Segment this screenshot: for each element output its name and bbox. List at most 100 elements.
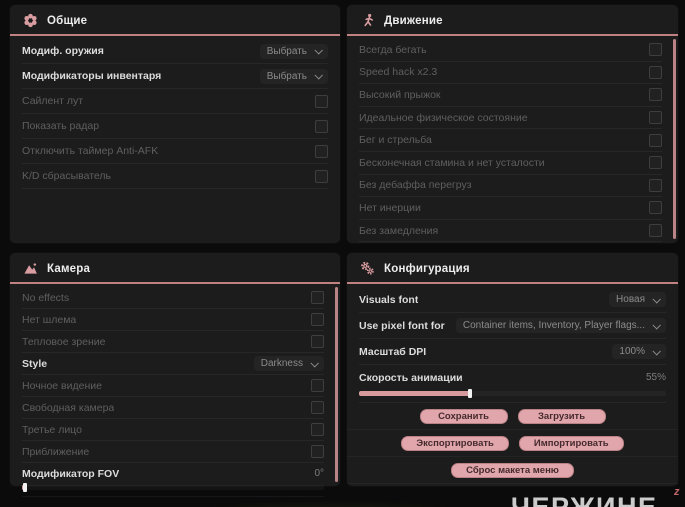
action-button[interactable]: Импортировать: [518, 435, 624, 451]
dropdown[interactable]: Darkness: [254, 356, 324, 371]
panel-camera-header: Камера: [10, 253, 340, 284]
checkbox[interactable]: [311, 313, 324, 326]
row-line: Высокий прыжок: [359, 84, 662, 106]
checkbox[interactable]: [649, 65, 662, 79]
action-button[interactable]: Загрузить: [517, 408, 606, 424]
runner-icon: [360, 13, 375, 28]
scrollbar[interactable]: [673, 39, 676, 239]
row-label: Идеальное физическое состояние: [359, 111, 528, 124]
dropdown[interactable]: Выбрать: [260, 44, 328, 59]
panel-body: Всегда бегать Speed hack x2.3 Высокий прыж…: [347, 36, 678, 243]
chevron-down-icon: [314, 71, 323, 80]
row-label: Visuals font: [359, 293, 419, 306]
scrollbar[interactable]: [335, 287, 338, 482]
checkbox[interactable]: [649, 111, 662, 125]
dropdown[interactable]: Container items, Inventory, Player flags…: [456, 318, 666, 333]
row-label: Speed hack x2.3: [359, 66, 438, 79]
row-label: Ночное видение: [22, 379, 102, 392]
checkbox[interactable]: [311, 445, 324, 458]
settings-row: Speed hack x2.3: [359, 62, 662, 85]
checkbox[interactable]: [315, 144, 328, 158]
checkbox[interactable]: [649, 133, 662, 147]
checkbox[interactable]: [315, 119, 328, 133]
settings-row: Показать радар: [22, 114, 328, 139]
checkbox[interactable]: [649, 43, 662, 57]
action-button[interactable]: Сохранить: [419, 408, 508, 424]
slider-track[interactable]: [22, 483, 324, 492]
settings-row: Visuals font Новая: [359, 287, 666, 313]
settings-row: Идеальное физическое состояние: [359, 107, 662, 130]
row-label: Бесконечная стамина и нет усталости: [359, 156, 545, 169]
checkbox[interactable]: [649, 178, 662, 192]
checkbox[interactable]: [311, 423, 324, 436]
row-label: Нет шлема: [22, 313, 77, 326]
row-label: Всегда бегать: [359, 43, 427, 56]
row-label: Нет инерции: [359, 201, 421, 214]
row-label: Отключить таймер Anti-AFK: [22, 145, 159, 157]
gears-icon: [360, 261, 375, 276]
checkbox[interactable]: [649, 224, 662, 238]
row-label: Тепловое зрение: [22, 335, 106, 348]
row-label: Приближение: [22, 445, 90, 458]
settings-row: Всегда бегать: [359, 39, 662, 62]
action-button[interactable]: Экспортировать: [401, 435, 509, 451]
row-label: Скорость анимации: [359, 371, 463, 384]
settings-row: Ночное видение: [22, 375, 324, 397]
row-line: Тепловое зрение: [22, 331, 324, 352]
settings-row: K/D сбрасыватель: [22, 164, 328, 189]
dropdown-value: Darkness: [260, 358, 303, 369]
settings-row: Скорость анимации 55%: [359, 365, 666, 403]
settings-row: Сайлент лут: [22, 89, 328, 114]
row-line: Модиф. оружия Выбрать: [22, 39, 328, 63]
panel-general-header: Общие: [10, 5, 340, 36]
settings-row: Нет шлема: [22, 309, 324, 331]
dropdown[interactable]: Новая: [609, 292, 666, 307]
panel-title: Камера: [47, 262, 91, 275]
row-label: Модификаторы инвентаря: [22, 70, 162, 82]
checkbox[interactable]: [649, 156, 662, 170]
panel-config-header: Конфигурация: [347, 253, 678, 284]
row-label: Бег и стрельба: [359, 134, 432, 147]
row-line: Модификаторы инвентаря Выбрать: [22, 64, 328, 88]
dropdown[interactable]: Выбрать: [260, 69, 328, 84]
dropdown[interactable]: 100%: [612, 344, 666, 359]
dropdown-value: Container items, Inventory, Player flags…: [462, 320, 645, 331]
settings-row: Бег и стрельба: [359, 129, 662, 152]
row-line: Нет инерции: [359, 197, 662, 219]
panel-movement: Движение Всегда бегать Speed hack x2.3 Выс…: [347, 5, 678, 243]
checkbox[interactable]: [311, 401, 324, 414]
row-label: K/D сбрасыватель: [22, 170, 112, 182]
row-line: Сайлент лут: [22, 89, 328, 113]
checkbox[interactable]: [315, 169, 328, 183]
panel-title: Конфигурация: [384, 262, 470, 275]
settings-row: Style Darkness: [22, 353, 324, 375]
action-button[interactable]: Сброс макета меню: [451, 462, 574, 478]
row-line: Масштаб DPI 100%: [359, 339, 666, 364]
checkbox[interactable]: [315, 94, 328, 108]
row-label: Без замедления: [359, 224, 439, 237]
checkbox[interactable]: [649, 201, 662, 215]
slider-track[interactable]: [359, 389, 666, 398]
chevron-down-icon: [652, 294, 661, 304]
slider-handle[interactable]: [23, 483, 28, 492]
checkbox[interactable]: [649, 88, 662, 102]
settings-row: Свободная камера: [22, 397, 324, 419]
chevron-down-icon: [310, 358, 319, 368]
row-label: Свободная камера: [22, 401, 115, 414]
panel-config: Конфигурация Visuals font Новая Use pixel …: [347, 253, 678, 486]
checkbox[interactable]: [311, 291, 324, 304]
settings-row: No effects: [22, 287, 324, 309]
row-line: Показать радар: [22, 114, 328, 138]
row-line: Style Darkness: [22, 353, 324, 374]
panel-title: Движение: [384, 14, 443, 27]
settings-row: Без дебаффа перегруз: [359, 175, 662, 198]
row-line: Нет шлема: [22, 309, 324, 330]
checkbox[interactable]: [311, 335, 324, 348]
watermark-text: ЧЕРЖИНЕ: [511, 492, 658, 507]
settings-row: Use pixel font for Container items, Inven…: [359, 313, 666, 339]
checkbox[interactable]: [311, 379, 324, 392]
dropdown-value: Выбрать: [266, 70, 307, 82]
row-line: No effects: [22, 287, 324, 308]
row-line: Идеальное физическое состояние: [359, 107, 662, 129]
slider-handle[interactable]: [467, 389, 472, 398]
